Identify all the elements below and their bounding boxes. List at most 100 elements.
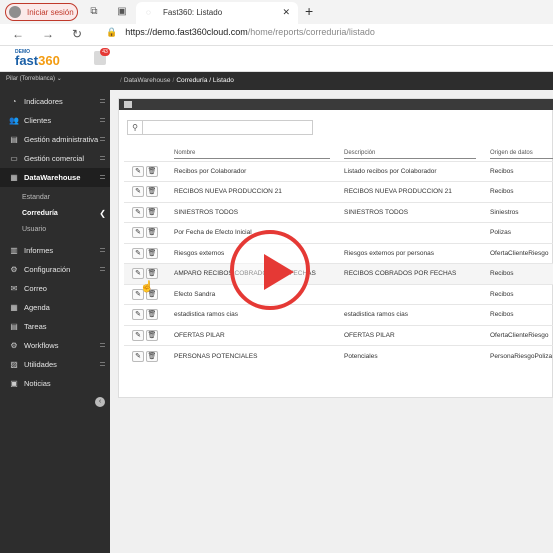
delete-icon[interactable]: 🗑: [146, 165, 158, 177]
tab-active[interactable]: ◌ Fast360: Listado ✕: [136, 2, 298, 24]
sidebar-item-datawarehouse[interactable]: ▦ DataWarehouse: [0, 168, 110, 187]
new-tab-button[interactable]: +: [305, 3, 313, 19]
sidebar-subitem-usuario[interactable]: Usuario: [0, 222, 110, 237]
edit-icon[interactable]: ✎: [132, 268, 144, 280]
table-row[interactable]: ✎ 🗑 AMPARO RECIBOS COBRADOS POR FECHAS RECI…: [124, 263, 553, 284]
user-selector[interactable]: Pilar (Torreblanca) ⌄: [6, 75, 62, 82]
edit-icon[interactable]: ✎: [132, 247, 144, 259]
logo-fast: fast: [15, 53, 39, 68]
sidebar-item-noticias[interactable]: ▣ Noticias: [0, 374, 110, 393]
table-row[interactable]: ✎ 🗑 Efecto Sandra Recibos: [124, 283, 553, 305]
delete-icon[interactable]: 🗑: [146, 186, 158, 198]
reload-icon[interactable]: ↻: [72, 27, 82, 41]
delete-icon[interactable]: 🗑: [146, 309, 158, 321]
table-row[interactable]: ✎ 🗑 PERSONAS POTENCIALES Potenciales Persona…: [124, 345, 553, 366]
sidebar-item-correo[interactable]: ✉ Correo: [0, 279, 110, 298]
sidebar-item-informes[interactable]: ▥ Informes: [0, 241, 110, 260]
search-box: ⚲: [127, 120, 313, 135]
edit-icon[interactable]: ✎: [132, 350, 144, 362]
table-row[interactable]: ✎ 🗑 Riesgos externos Riesgos externos por p…: [124, 242, 553, 264]
database-icon: ▦: [10, 173, 18, 182]
fast360-logo[interactable]: DEMO fast360: [15, 49, 60, 68]
sidebar-subitem-estandar[interactable]: Estandar: [0, 190, 110, 205]
cell-nombre: estadistica ramos cias: [168, 304, 338, 325]
sidebar-item-configuracion[interactable]: ⚙ Configuración: [0, 260, 110, 279]
table-row[interactable]: ✎ 🗑 Recibos por Colaborador Listado recibos…: [124, 160, 553, 182]
search-input[interactable]: [144, 121, 312, 134]
row-actions: ✎ 🗑: [124, 345, 168, 366]
current-caret-icon: ❮: [99, 209, 106, 218]
sidebar-item-label: Utilidades: [24, 360, 57, 369]
edit-icon[interactable]: ✎: [132, 227, 144, 239]
collapse-sidebar-icon[interactable]: ‹: [95, 397, 105, 407]
cell-origen: Polizas: [484, 222, 553, 243]
sidebar-item-label: Gestión comercial: [24, 154, 85, 163]
column-header-label: Nombre: [174, 150, 330, 159]
sidebar-item-gestion-comercial[interactable]: ▭ Gestión comercial: [0, 149, 110, 168]
back-arrow-icon[interactable]: ←: [12, 27, 24, 41]
delete-icon[interactable]: 🗑: [146, 247, 158, 259]
tab-title: Fast360: Listado: [163, 8, 223, 17]
expand-toggle-icon: [100, 362, 105, 366]
collections-icon[interactable]: ⧉: [88, 6, 100, 18]
edit-icon[interactable]: ✎: [132, 165, 144, 177]
row-actions: ✎ 🗑: [124, 324, 168, 346]
url-field[interactable]: 🔒 https://demo.fast360cloud.com/home/repo…: [106, 27, 375, 38]
cell-origen: Recibos: [484, 304, 553, 325]
delete-icon[interactable]: 🗑: [146, 227, 158, 239]
breadcrumb-bar: / DataWarehouse / Correduría / Listado: [110, 72, 553, 90]
edit-icon[interactable]: ✎: [132, 309, 144, 321]
table-row[interactable]: ✎ 🗑 SINIESTROS TODOS SINIESTROS TODOS Sinies…: [124, 201, 553, 223]
sidebar-item-indicadores[interactable]: ◔ Indicadores: [0, 92, 110, 111]
play-video-button[interactable]: [230, 230, 310, 310]
cell-origen: Siniestros: [484, 201, 553, 223]
forward-arrow-icon[interactable]: →: [42, 27, 54, 41]
sidebar-item-label: Configuración: [24, 265, 71, 274]
cell-descripcion: RECIBOS NUEVA PRODUCCION 21: [338, 181, 484, 202]
delete-icon[interactable]: 🗑: [146, 206, 158, 218]
tab-close-icon[interactable]: ✕: [282, 7, 290, 18]
expand-toggle-icon: [100, 99, 105, 103]
row-actions: ✎ 🗑: [124, 304, 168, 325]
column-header-label: Origen de datos: [490, 150, 553, 159]
tab-actions-icon[interactable]: ▣: [116, 6, 128, 18]
sidebar-item-clientes[interactable]: 👥 Clientes: [0, 111, 110, 130]
signin-button[interactable]: Iniciar sesión: [5, 3, 78, 21]
column-header-descripcion[interactable]: Descripción: [338, 144, 484, 161]
sidebar-item-label: Tareas: [24, 322, 47, 331]
table-row[interactable]: ✎ 🗑 RECIBOS NUEVA PRODUCCION 21 RECIBOS NUE…: [124, 181, 553, 202]
table-row[interactable]: ✎ 🗑 Por Fecha de Efecto Inicial Polizas: [124, 222, 553, 243]
sidebar-item-tareas[interactable]: ▤ Tareas: [0, 317, 110, 336]
cell-origen: OfertaClienteRiesgo: [484, 324, 553, 346]
delete-icon[interactable]: 🗑: [146, 350, 158, 362]
sidebar-item-label: Correo: [24, 284, 47, 293]
sidebar-item-label: Workflows: [24, 341, 59, 350]
column-header-nombre[interactable]: Nombre: [168, 144, 338, 161]
delete-icon[interactable]: 🗑: [146, 268, 158, 280]
user-name: Pilar (Torreblanca): [6, 76, 56, 82]
actions-header: [124, 144, 168, 161]
breadcrumb-separator: /: [172, 77, 175, 84]
report-list-panel: ⚲ Nombre Descripción Origen de datos ✎ 🗑 R…: [118, 98, 553, 398]
cell-descripcion: [338, 283, 484, 305]
tasks-icon: ▤: [10, 322, 18, 331]
sidebar-item-workflows[interactable]: ⚙ Workflows: [0, 336, 110, 355]
table-row[interactable]: ✎ 🗑 OFERTAS PILAR OFERTAS PILAR OfertaClient…: [124, 324, 553, 346]
breadcrumb-datawarehouse[interactable]: DataWarehouse: [124, 77, 171, 84]
panel-header: [119, 99, 553, 110]
expand-toggle-icon: [100, 175, 105, 179]
sidebar-subitem-correduria[interactable]: Correduría ❮: [0, 206, 110, 221]
sidebar-item-label: DataWarehouse: [24, 173, 81, 182]
edit-icon[interactable]: ✎: [132, 329, 144, 341]
sidebar-item-agenda[interactable]: ▦ Agenda: [0, 298, 110, 317]
table-row[interactable]: ✎ 🗑 estadistica ramos cias estadistica ramo…: [124, 304, 553, 325]
delete-icon[interactable]: 🗑: [146, 329, 158, 341]
sidebar-item-utilidades[interactable]: ▨ Utilidades: [0, 355, 110, 374]
sidebar-item-gestion-administrativa[interactable]: ▤ Gestión administrativa: [0, 130, 110, 149]
edit-icon[interactable]: ✎: [132, 206, 144, 218]
monitor-icon: ▭: [10, 154, 18, 163]
column-header-origen[interactable]: Origen de datos: [484, 144, 553, 161]
page-favicon-icon: ◌: [146, 8, 151, 17]
edit-icon[interactable]: ✎: [132, 186, 144, 198]
mail-icon: ✉: [10, 284, 18, 293]
